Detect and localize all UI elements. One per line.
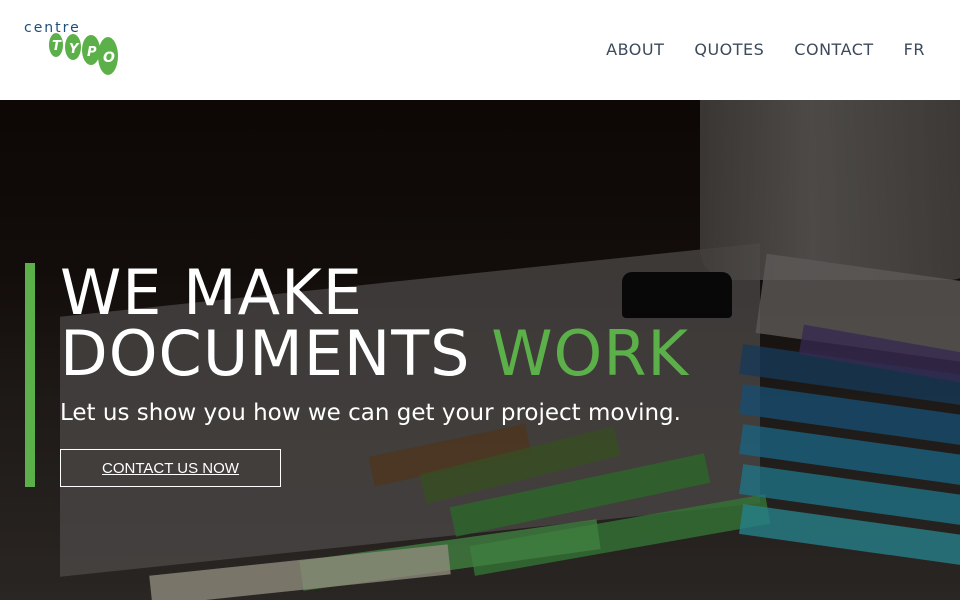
hero-accent-bar xyxy=(25,263,35,487)
svg-text:P: P xyxy=(87,45,97,60)
nav-language-fr[interactable]: FR xyxy=(904,40,925,59)
site-header: centre T Y P O ABOUT QUOTES CONTACT FR xyxy=(0,0,960,100)
contact-us-now-button[interactable]: CONTACT US NOW xyxy=(60,449,281,487)
hero-subline: Let us show you how we can get your proj… xyxy=(60,400,681,426)
svg-text:Y: Y xyxy=(69,42,80,57)
svg-text:T: T xyxy=(52,39,62,54)
hero-headline: WE MAKE DOCUMENTS WORK xyxy=(60,262,689,385)
logo[interactable]: centre T Y P O xyxy=(24,20,124,80)
main-nav: ABOUT QUOTES CONTACT FR xyxy=(606,40,925,59)
nav-contact[interactable]: CONTACT xyxy=(794,40,873,59)
logo-typo-mark: T Y P O xyxy=(49,33,118,75)
hero-section: WE MAKE DOCUMENTS WORK Let us show you h… xyxy=(0,100,960,600)
headline-line2-prefix: DOCUMENTS xyxy=(60,317,471,390)
headline-highlight: WORK xyxy=(491,317,690,390)
nav-about[interactable]: ABOUT xyxy=(606,40,664,59)
svg-text:O: O xyxy=(103,50,115,66)
nav-quotes[interactable]: QUOTES xyxy=(694,40,764,59)
